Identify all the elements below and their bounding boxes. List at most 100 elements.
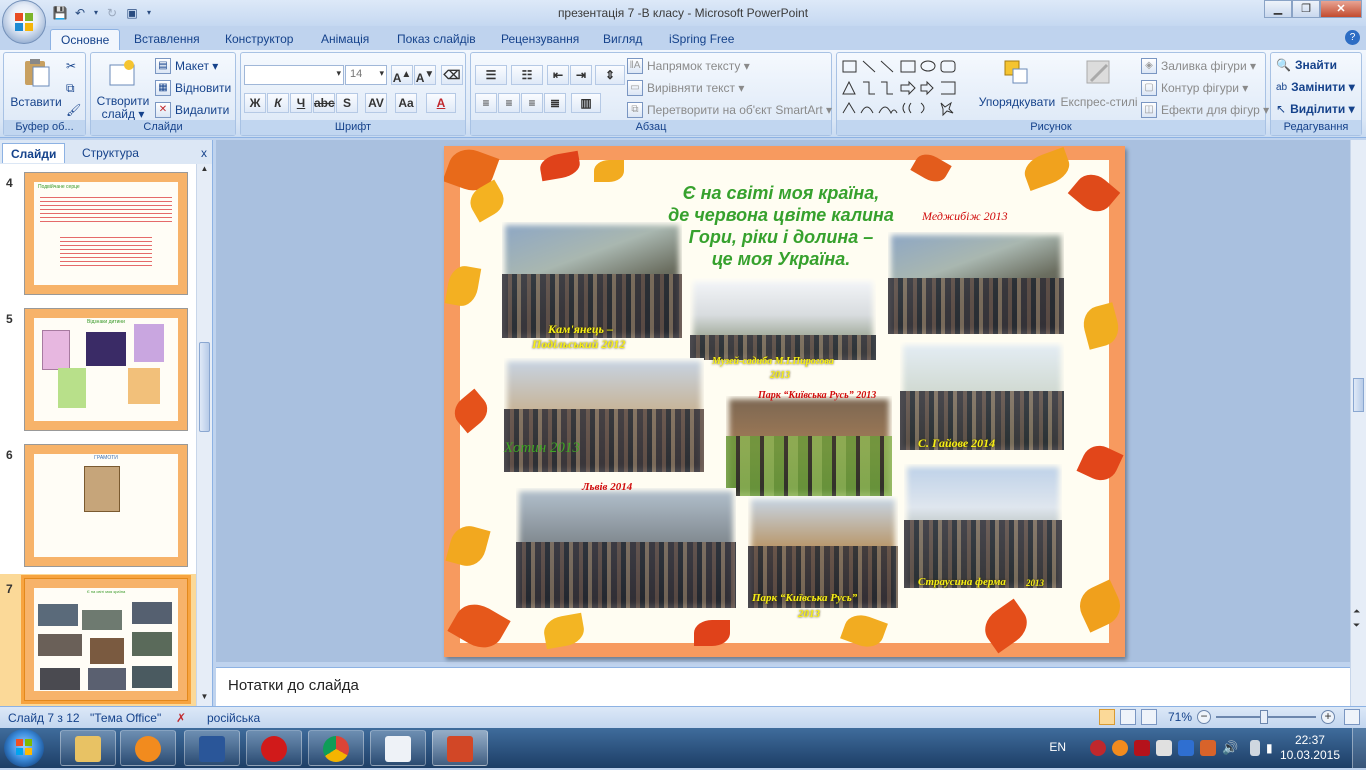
align-left-button[interactable]: ≡ <box>475 93 497 113</box>
tray-flag-icon[interactable] <box>1200 740 1216 756</box>
zoom-level[interactable]: 71% <box>1168 710 1192 724</box>
font-color-button[interactable]: A <box>426 93 456 113</box>
find-button[interactable]: 🔍 Знайти <box>1276 58 1337 72</box>
shrink-font-button[interactable]: A▼ <box>414 65 436 85</box>
close-pane-icon[interactable]: x <box>201 146 207 160</box>
arrange-button[interactable]: Упорядкувати <box>977 57 1057 109</box>
tab-animation[interactable]: Анімація <box>311 29 379 50</box>
taskbar-document[interactable] <box>370 730 426 766</box>
normal-view-icon[interactable] <box>1098 709 1115 725</box>
text-direction-button[interactable]: ‖A Напрямок тексту ▾ <box>627 58 750 74</box>
columns-button[interactable]: ▥ <box>571 93 601 113</box>
slide-canvas[interactable]: Є на світі моя країна, де червона цвіте … <box>444 146 1125 657</box>
slide-sorter-view-icon[interactable] <box>1119 709 1136 725</box>
thumbnails-scrollbar[interactable]: ▲ ▼ <box>196 164 212 706</box>
notes-pane[interactable]: Нотатки до слайда <box>216 667 1350 706</box>
spacing-button[interactable]: AV <box>365 93 387 113</box>
tab-slides[interactable]: Слайди <box>2 143 66 163</box>
tab-home[interactable]: Основне <box>50 29 121 50</box>
taskbar-opera[interactable] <box>246 730 302 766</box>
shape-effects-button[interactable]: ◫ Ефекти для фігур ▾ <box>1141 102 1269 118</box>
format-painter-icon[interactable]: 🖌 <box>66 103 81 117</box>
tab-insert[interactable]: Вставлення <box>124 29 210 50</box>
copy-icon[interactable]: ⧉ <box>66 81 75 96</box>
zoom-slider[interactable] <box>1216 710 1316 724</box>
strikethrough-button[interactable]: abc <box>313 93 335 113</box>
slide-thumbnail-7[interactable]: Є на світі моя країна <box>21 575 191 704</box>
replace-button[interactable]: ab Замінити ▾ <box>1276 80 1355 94</box>
select-button[interactable]: ↖ Виділити ▾ <box>1276 102 1355 116</box>
antivirus-icon[interactable] <box>1090 740 1106 756</box>
editor-scrollbar-thumb[interactable] <box>1353 378 1364 412</box>
font-name-combo[interactable]: ▾ <box>244 65 344 85</box>
new-slide-button[interactable]: Створити слайд ▾ <box>93 57 153 121</box>
bold-button[interactable]: Ж <box>244 93 266 113</box>
slide-thumbnail-5[interactable]: Відзнаки дитини <box>24 308 188 431</box>
tab-design[interactable]: Конструктор <box>215 29 303 50</box>
align-right-button[interactable]: ≡ <box>521 93 543 113</box>
start-button[interactable] <box>4 729 44 767</box>
bullets-button[interactable]: ☰ <box>475 65 507 85</box>
clear-formatting-button[interactable]: ⌫ <box>441 65 463 85</box>
firefox-icon[interactable] <box>1112 740 1128 756</box>
cut-icon[interactable]: ✂ <box>66 59 76 73</box>
acrobat-icon[interactable] <box>1134 740 1150 756</box>
bluetooth-icon[interactable] <box>1178 740 1194 756</box>
clock[interactable]: 22:37 10.03.2015 <box>1280 733 1340 763</box>
font-size-combo[interactable]: 14 ▾ <box>345 65 387 85</box>
minimize-button[interactable]: ▁ <box>1264 0 1292 18</box>
shapes-gallery[interactable] <box>841 59 969 117</box>
taskbar-word[interactable] <box>184 730 240 766</box>
battery-icon[interactable] <box>1250 740 1260 756</box>
zoom-in-icon[interactable]: + <box>1321 710 1335 724</box>
numbering-button[interactable]: ☷ <box>511 65 543 85</box>
reset-button[interactable]: ▦ Відновити <box>155 80 231 96</box>
previous-slide-icon[interactable]: ⏶ <box>1353 606 1360 617</box>
change-case-button[interactable]: Aa <box>395 93 417 113</box>
tab-view[interactable]: Вигляд <box>593 29 652 50</box>
italic-button[interactable]: К <box>267 93 289 113</box>
align-center-button[interactable]: ≡ <box>498 93 520 113</box>
shape-outline-button[interactable]: ▢ Контур фігури ▾ <box>1141 80 1248 96</box>
increase-indent-button[interactable]: ⇥ <box>570 65 592 85</box>
slide-thumbnail-4[interactable]: Подвійчане серце <box>24 172 188 295</box>
tab-ispring[interactable]: iSpring Free <box>659 29 744 50</box>
quick-styles-button[interactable]: Експрес-стилі <box>1059 57 1139 109</box>
shadow-button[interactable]: S <box>336 93 358 113</box>
fit-to-window-icon[interactable] <box>1344 709 1360 725</box>
taskbar-explorer[interactable] <box>60 730 116 766</box>
tab-slideshow[interactable]: Показ слайдів <box>387 29 486 50</box>
align-text-button[interactable]: ▭ Вирівняти текст ▾ <box>627 80 744 96</box>
layout-button[interactable]: ▤ Макет ▾ <box>155 58 218 74</box>
taskbar-media-player[interactable] <box>120 730 176 766</box>
tab-outline[interactable]: Структура <box>74 143 147 163</box>
spellcheck-icon[interactable]: ✗ <box>176 711 186 725</box>
scroll-up-icon[interactable]: ▲ <box>197 164 212 178</box>
zoom-slider-knob[interactable] <box>1260 710 1268 724</box>
scrollbar-thumb[interactable] <box>199 342 210 432</box>
grow-font-button[interactable]: A▲ <box>391 65 413 85</box>
zoom-out-icon[interactable]: − <box>1197 710 1211 724</box>
slideshow-view-icon[interactable] <box>1140 709 1157 725</box>
convert-smartart-button[interactable]: ⧉ Перетворити на об'єкт SmartArt ▾ <box>627 102 832 118</box>
maximize-button[interactable]: ❐ <box>1292 0 1320 18</box>
taskbar-chrome[interactable] <box>308 730 364 766</box>
tray-app-icon[interactable] <box>1156 740 1172 756</box>
paste-button[interactable]: Вставити <box>8 57 64 109</box>
tab-review[interactable]: Рецензування <box>491 29 589 50</box>
input-language[interactable]: EN <box>1049 740 1066 754</box>
next-slide-icon[interactable]: ⏷ <box>1353 620 1360 631</box>
line-spacing-button[interactable]: ⇕ <box>595 65 625 85</box>
justify-button[interactable]: ≣ <box>544 93 566 113</box>
taskbar-powerpoint[interactable] <box>432 730 488 766</box>
delete-slide-button[interactable]: ✕ Видалити <box>155 102 229 118</box>
volume-icon[interactable]: 🔊 <box>1222 740 1238 756</box>
close-button[interactable]: ✕ <box>1320 0 1362 18</box>
scroll-down-icon[interactable]: ▼ <box>197 692 212 706</box>
language-indicator[interactable]: російська <box>207 711 260 725</box>
help-icon[interactable]: ? <box>1345 30 1360 45</box>
decrease-indent-button[interactable]: ⇤ <box>547 65 569 85</box>
underline-button[interactable]: Ч <box>290 93 312 113</box>
slide-thumbnail-6[interactable]: ГРАМОТИ <box>24 444 188 567</box>
show-desktop-button[interactable] <box>1352 728 1366 768</box>
